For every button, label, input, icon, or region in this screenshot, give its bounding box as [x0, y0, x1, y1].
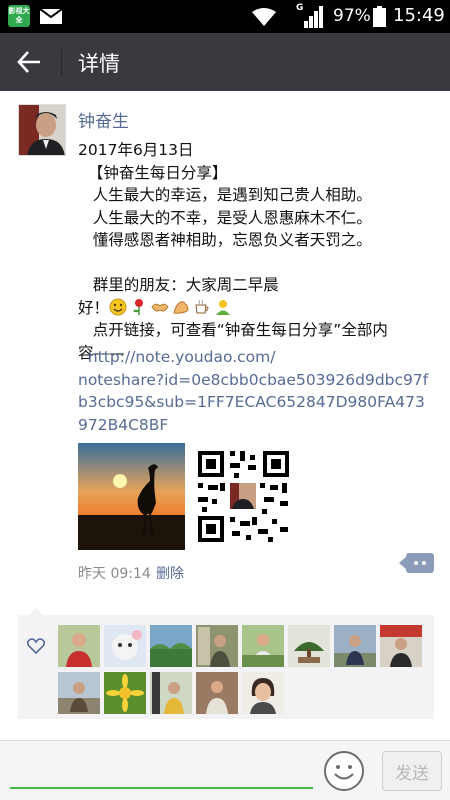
link-line: http://note.youdao.com/ [78, 348, 276, 366]
post-line: 2017年6月13日 [78, 141, 194, 159]
liker-avatar[interactable] [242, 625, 284, 667]
handshake-icon [151, 303, 169, 311]
liker-avatar[interactable] [150, 672, 192, 714]
app-badge-icon: 影视大全 [8, 5, 30, 27]
author-name[interactable]: 钟奋生 [78, 107, 129, 132]
link-line: noteshare?id=0e8cbb0cbae503926d9dbc97f [78, 370, 429, 389]
link-line: 972B4C8BF [78, 415, 169, 434]
app-bar: 详情 [0, 33, 450, 91]
liker-avatar[interactable] [380, 625, 422, 667]
post-line: 好！ [78, 298, 110, 317]
post-photo-qr-code[interactable] [190, 443, 297, 550]
liker-avatar[interactable] [104, 672, 146, 714]
liker-avatar[interactable] [288, 625, 330, 667]
send-button[interactable]: 发送 [382, 751, 442, 791]
strong-icon [173, 300, 189, 314]
status-bar: 影视大全 G 97% 15:49 [0, 0, 450, 33]
smile-icon [109, 298, 127, 315]
dot-icon [422, 561, 426, 565]
post-text: 2017年6月13日 【钟奋生每日分享】 人生最大的幸运，是遇到知己贵人相助。 … [78, 139, 443, 364]
post-line: 人生最大的幸运，是遇到知己贵人相助。 [78, 186, 372, 204]
title-divider [61, 49, 62, 75]
signal-icon [304, 6, 323, 28]
coffee-icon [195, 299, 209, 313]
rose-icon [133, 298, 144, 315]
liker-avatar[interactable] [242, 672, 284, 714]
comment-button-pointer [399, 557, 406, 569]
clock: 15:49 [393, 5, 445, 26]
battery-icon [373, 6, 386, 27]
liker-avatar[interactable] [104, 625, 146, 667]
post-line: 人生最大的不幸，是受人恩惠麻木不仁。 [78, 208, 372, 227]
page-title: 详情 [78, 52, 120, 76]
post-line: 点开链接，可查看“钟奋生每日分享”全部内 [78, 321, 388, 339]
post-photo-sunset[interactable] [78, 443, 185, 550]
author-avatar[interactable] [18, 104, 66, 156]
liker-avatar[interactable] [196, 672, 238, 714]
comment-more-button[interactable] [399, 553, 434, 573]
likes-panel [18, 615, 434, 719]
comment-input[interactable] [10, 753, 313, 789]
smiley-icon [334, 765, 354, 780]
liker-avatar[interactable] [334, 625, 376, 667]
post-timestamp: 昨天 09:14 [78, 566, 151, 582]
hug-icon [216, 299, 231, 315]
link-line: b3cbc95&sub=1FF7ECAC652847D980FA473 [78, 393, 425, 411]
heart-icon [27, 638, 45, 654]
liker-avatar[interactable] [58, 625, 100, 667]
liker-avatar[interactable] [150, 625, 192, 667]
wifi-icon [252, 8, 276, 26]
dot-icon [414, 561, 418, 565]
delete-button[interactable]: 删除 [156, 563, 184, 583]
battery-percent: 97% [333, 6, 371, 26]
comment-input-bar: 发送 [0, 740, 450, 800]
post-line: 【钟奋生每日分享】 [78, 163, 228, 182]
post-line: 群里的朋友：大家周二早晨 [78, 276, 279, 294]
post-line: 懂得感恩者神相助，忘恩负义者天罚之。 [78, 231, 372, 249]
emoji-button[interactable] [324, 751, 364, 791]
mail-icon [40, 9, 62, 24]
liker-avatar[interactable] [58, 672, 100, 714]
liker-avatar[interactable] [196, 625, 238, 667]
shared-link[interactable]: http://note.youdao.com/ noteshare?id=0e8… [78, 346, 438, 436]
back-arrow-icon[interactable] [16, 49, 42, 75]
